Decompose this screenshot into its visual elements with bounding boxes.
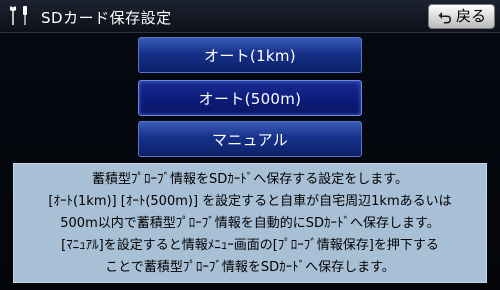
return-arrow-icon [438,11,451,23]
info-line: ことで蓄積型ﾌﾟﾛｰﾌﾞ情報をSDｶｰﾄﾞへ保存します。 [105,260,395,275]
option-auto-500m-button[interactable]: オート(500m) [138,80,362,116]
option-label: マニュアル [211,130,289,149]
screen: SDカード保存設定 戻る オート(1km) オート(500m) マニュアル 蓄積… [0,0,500,290]
back-label: 戻る [455,7,486,25]
info-line: 500m以内で蓄積型ﾌﾟﾛｰﾌﾞ情報を自動的にSDｶｰﾄﾞへ保存します。 [60,216,440,231]
header-bar: SDカード保存設定 戻る [0,0,500,33]
info-line: 蓄積型ﾌﾟﾛｰﾌﾞ情報をSDｶｰﾄﾞへ保存する設定をします。 [92,172,408,187]
info-line: [ﾏﾆｭｱﾙ]を設定すると情報ﾒﾆｭｰ画面の[ﾌﾟﾛｰﾌﾞ情報保存]を押下する [61,238,439,253]
option-label: オート(1km) [204,46,296,65]
info-panel: 蓄積型ﾌﾟﾛｰﾌﾞ情報をSDｶｰﾄﾞへ保存する設定をします。 [ｵｰﾄ(1km)… [13,163,487,283]
option-auto-1km-button[interactable]: オート(1km) [138,37,362,73]
info-line: [ｵｰﾄ(1km)] [ｵｰﾄ(500m)] を設定すると自車が自宅周辺1kmあ… [48,194,452,209]
wrench-screwdriver-icon [10,6,27,25]
option-manual-button[interactable]: マニュアル [138,121,362,157]
option-label: オート(500m) [198,89,302,108]
back-button[interactable]: 戻る [428,4,495,29]
page-title: SDカード保存設定 [41,9,172,27]
